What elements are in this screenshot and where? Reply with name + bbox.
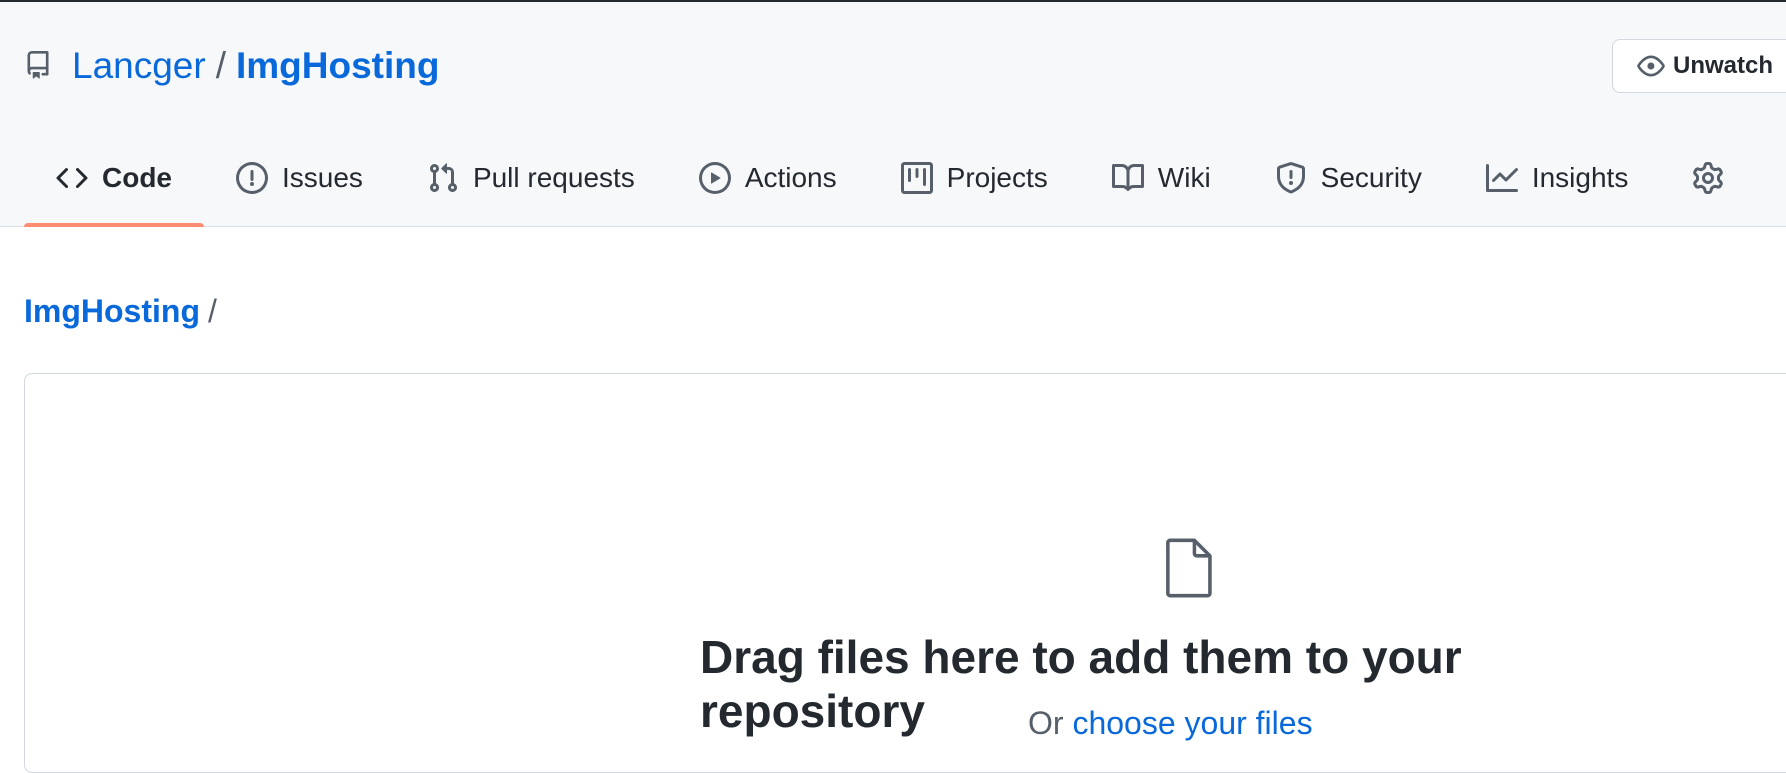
repo-icon: [24, 48, 56, 84]
tab-wiki[interactable]: Wiki: [1080, 130, 1243, 226]
graph-icon: [1485, 164, 1518, 192]
tab-label: Issues: [282, 162, 363, 193]
project-icon: [900, 162, 933, 194]
repo-nav-tabs: Code Issues Pull requests Actions Projec…: [24, 130, 1770, 227]
repo-header: Lancger / ImgHosting Unwatch Code Issues: [0, 2, 1786, 227]
breadcrumb-separator: /: [207, 293, 217, 329]
book-icon: [1111, 163, 1144, 191]
code-icon: [56, 167, 88, 189]
or-text: Or: [1028, 705, 1073, 741]
issue-opened-icon: [236, 162, 268, 194]
tab-code[interactable]: Code: [24, 130, 204, 227]
tab-label: Projects: [946, 162, 1048, 193]
repo-owner-link[interactable]: Lancger: [72, 45, 206, 87]
unwatch-label: Unwatch: [1673, 52, 1774, 79]
tab-insights[interactable]: Insights: [1454, 130, 1661, 226]
eye-icon: [1637, 55, 1665, 77]
unwatch-button[interactable]: Unwatch: [1612, 39, 1786, 93]
tab-label: Pull requests: [472, 162, 635, 193]
tab-label: Insights: [1531, 162, 1629, 193]
choose-files-link[interactable]: choose your files: [1072, 705, 1312, 741]
tab-settings[interactable]: [1660, 130, 1770, 226]
git-pull-request-icon: [429, 163, 457, 193]
tab-label: Actions: [744, 162, 837, 193]
repo-name-link[interactable]: ImgHosting: [236, 45, 439, 87]
play-icon: [698, 162, 731, 194]
file-icon: [1166, 538, 1212, 598]
tab-projects[interactable]: Projects: [869, 130, 1080, 226]
dropzone-subtext: Or choose your files: [1028, 705, 1313, 742]
tab-label: Security: [1320, 162, 1422, 193]
tab-actions[interactable]: Actions: [667, 130, 869, 226]
repo-separator: /: [215, 45, 226, 86]
repo-title: Lancger / ImgHosting: [24, 42, 439, 90]
breadcrumb: ImgHosting /: [24, 293, 217, 330]
tab-issues[interactable]: Issues: [204, 130, 395, 226]
breadcrumb-repo-link[interactable]: ImgHosting: [24, 293, 200, 329]
tab-label: Wiki: [1157, 162, 1211, 193]
gear-icon: [1693, 162, 1724, 194]
tab-label: Code: [102, 162, 172, 193]
shield-icon: [1276, 162, 1305, 194]
tab-security[interactable]: Security: [1243, 130, 1454, 226]
tab-pull-requests[interactable]: Pull requests: [395, 130, 667, 226]
